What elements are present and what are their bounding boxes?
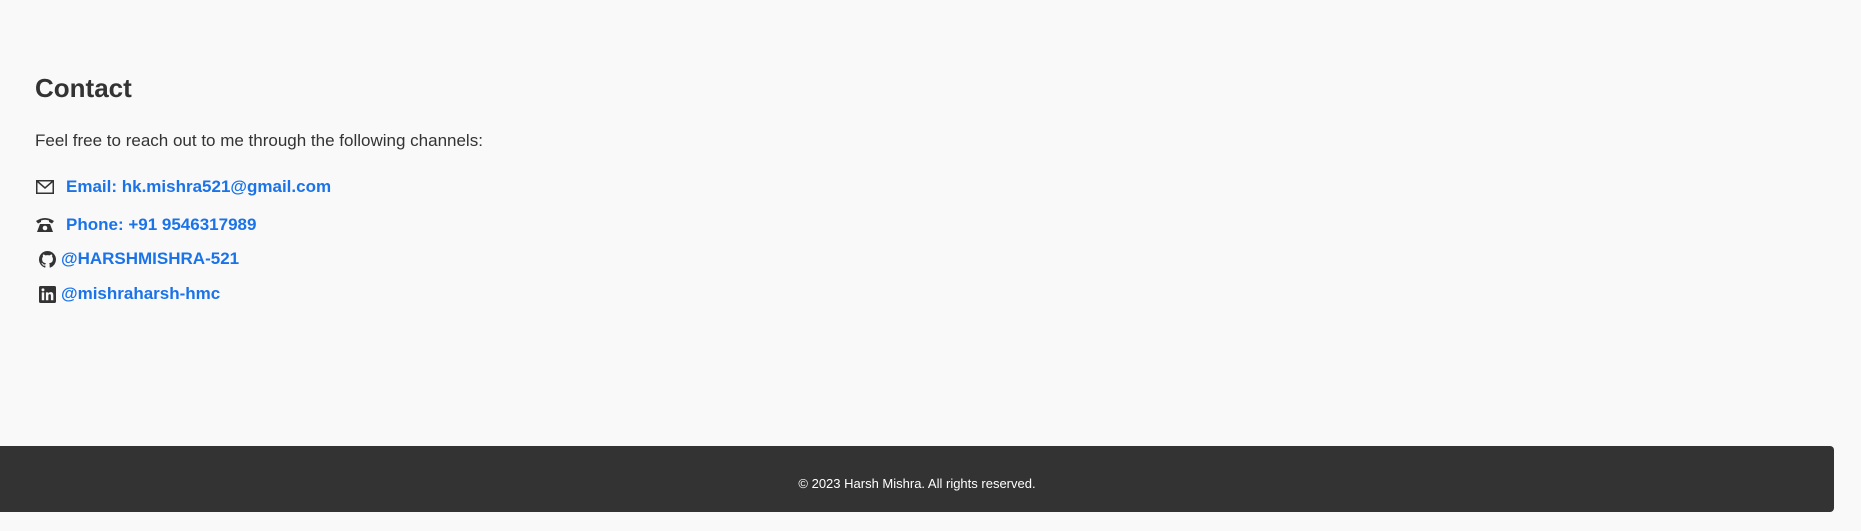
email-link[interactable]: Email: hk.mishra521@gmail.com: [66, 176, 331, 198]
envelope-icon: [35, 177, 55, 197]
footer-copyright: © 2023 Harsh Mishra. All rights reserved…: [798, 475, 1036, 491]
linkedin-icon: [38, 284, 56, 304]
linkedin-link[interactable]: @mishraharsh-hmc: [61, 283, 220, 305]
telephone-icon: [35, 215, 55, 235]
contact-heading: Contact: [35, 73, 132, 103]
contact-intro: Feel free to reach out to me through the…: [35, 131, 483, 150]
contact-row-github: @HARSHMISHRA-521: [35, 248, 239, 270]
phone-link[interactable]: Phone: +91 9546317989: [66, 214, 256, 236]
page: Contact Feel free to reach out to me thr…: [0, 0, 1861, 531]
contact-row-linkedin: @mishraharsh-hmc: [35, 283, 220, 305]
footer: © 2023 Harsh Mishra. All rights reserved…: [0, 446, 1834, 512]
contact-section: Contact Feel free to reach out to me thr…: [35, 70, 483, 303]
contact-row-email: Email: hk.mishra521@gmail.com: [35, 176, 331, 198]
contact-row-phone: Phone: +91 9546317989: [35, 214, 256, 236]
github-icon: [38, 249, 56, 269]
github-link[interactable]: @HARSHMISHRA-521: [61, 248, 239, 270]
